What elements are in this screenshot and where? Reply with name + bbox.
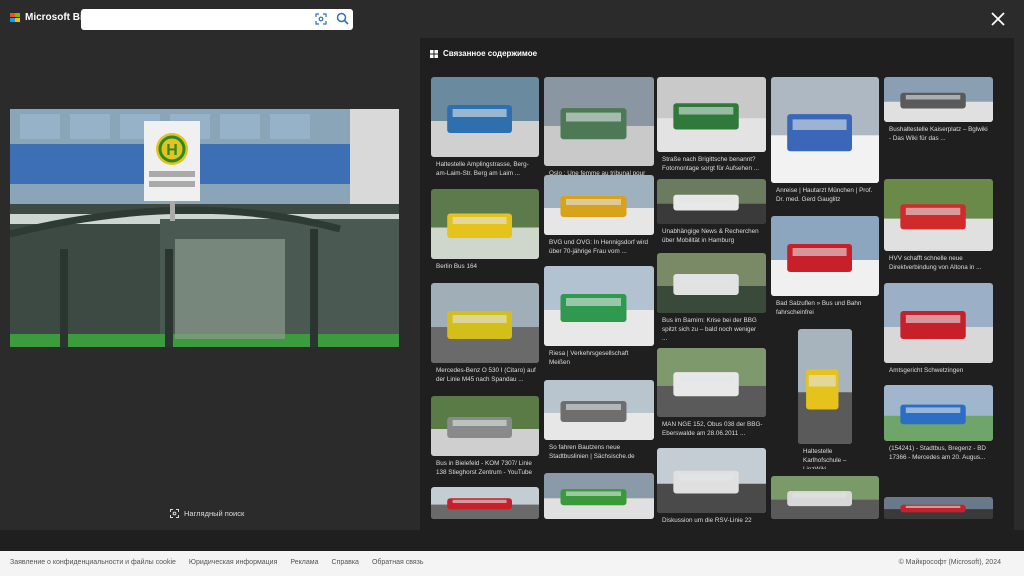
related-thumbnail xyxy=(884,497,993,519)
related-caption: (154241) - Stadtbus, Bregenz - BD 17366 … xyxy=(889,445,986,461)
related-tile[interactable]: Amtsgericht Schwetzingen xyxy=(884,283,993,379)
related-caption: Haltestelle Amplingstrasse, Berg-am-Laim… xyxy=(436,161,529,177)
related-tile[interactable] xyxy=(771,476,879,519)
related-caption: Anreise | Hautarzt München | Prof. Dr. m… xyxy=(776,187,873,203)
related-tile[interactable]: Bus in Bielefeld - KOM 7307/ Linie 138 S… xyxy=(431,396,539,488)
related-thumbnail xyxy=(884,77,993,122)
related-thumbnail xyxy=(431,283,539,363)
related-caption: MAN NGE 152, Obus 038 der BBG-Eberswalde… xyxy=(662,421,763,437)
related-caption: Bus in Bielefeld - KOM 7307/ Linie 138 S… xyxy=(436,460,533,476)
related-caption: Mercedes-Benz O 530 I (Citaro) auf der L… xyxy=(436,367,536,383)
related-tile[interactable]: Bushaltestelle Kaiserplatz – Bglwiki - D… xyxy=(884,77,993,152)
related-tile[interactable]: (154241) - Stadtbus, Bregenz - BD 17366 … xyxy=(884,385,993,481)
related-thumbnail xyxy=(544,266,654,346)
related-caption: Straße nach Brigittsche benannt? Fotomon… xyxy=(662,156,759,172)
footer-link-privacy[interactable]: Заявление о конфиденциальности и файлы c… xyxy=(10,559,176,566)
related-caption: So fahren Bautzens neue Stadtbuslinien |… xyxy=(549,444,635,460)
related-thumbnail xyxy=(657,77,766,152)
visual-search-camera-icon[interactable] xyxy=(315,13,327,25)
related-tile[interactable]: Diskussion um die RSV-Linie 22 xyxy=(657,448,766,524)
related-tile[interactable]: MAN NGE 152, Obus 038 der BBG-Eberswalde… xyxy=(657,348,766,449)
related-tile[interactable]: So fahren Bautzens neue Stadtbuslinien |… xyxy=(544,380,654,472)
related-thumbnail xyxy=(884,283,993,363)
related-tile[interactable] xyxy=(544,473,654,519)
related-thumbnail xyxy=(544,380,654,440)
related-tile[interactable]: Bus im Barnim: Krise bei der BBG spitzt … xyxy=(657,253,766,345)
related-caption: Unabhängige News & Recherchen über Mobil… xyxy=(662,228,759,244)
related-thumbnail xyxy=(657,253,766,313)
related-thumbnail xyxy=(431,189,539,259)
footer-link-legal[interactable]: Юридическая информация xyxy=(189,559,278,566)
related-tile[interactable]: Mercedes-Benz O 530 I (Citaro) auf der L… xyxy=(431,283,539,403)
related-thumbnail xyxy=(771,216,879,296)
main-image: H xyxy=(10,109,399,347)
related-caption: Diskussion um die RSV-Linie 22 xyxy=(662,517,752,524)
related-tile[interactable]: Unabhängige News & Recherchen über Mobil… xyxy=(657,179,766,256)
related-tile[interactable]: HVV schafft schnelle neue Direktverbindu… xyxy=(884,179,993,283)
related-caption: Haltestelle Karlhofschule – LinzWiki xyxy=(803,448,847,469)
related-thumbnail xyxy=(431,487,539,519)
related-thumbnail xyxy=(431,77,539,157)
search-input[interactable] xyxy=(87,11,311,29)
related-thumbnail xyxy=(884,179,993,251)
search-icon[interactable] xyxy=(336,12,349,25)
related-thumbnail xyxy=(771,77,879,183)
visual-search-label: Наглядный поиск xyxy=(184,509,245,518)
related-caption: Riesa | Verkehrsgesellschaft Meißen xyxy=(549,350,629,366)
related-tile[interactable]: Haltestelle Karlhofschule – LinzWiki xyxy=(798,329,852,469)
related-thumbnail xyxy=(798,329,852,444)
copyright: © Майкрософт (Microsoft), 2024 xyxy=(898,559,1001,566)
related-caption: Amtsgericht Schwetzingen xyxy=(889,367,964,374)
close-icon[interactable] xyxy=(989,10,1007,28)
related-tile[interactable]: Riesa | Verkehrsgesellschaft Meißen xyxy=(544,266,654,368)
related-tile[interactable] xyxy=(884,497,993,519)
visual-search-icon xyxy=(170,509,179,518)
scrollbar[interactable] xyxy=(1014,38,1024,530)
related-thumbnail xyxy=(771,476,879,519)
related-caption: Bad Salzuflen » Bus und Bahn fahrscheinf… xyxy=(776,300,862,316)
related-thumbnail xyxy=(544,175,654,235)
top-bar: Microsoft Bing xyxy=(0,0,1024,38)
related-tile[interactable]: BVG und OVG: In Hennigsdorf wird über 70… xyxy=(544,175,654,267)
related-caption: HVV schafft schnelle neue Direktverbindu… xyxy=(889,255,982,271)
related-content-header: Связанное содержимое xyxy=(430,49,537,58)
related-thumbnail xyxy=(884,385,993,441)
related-tile[interactable]: Oslo : Une femme au tribunal pour avoir … xyxy=(544,77,654,190)
footer-link-help[interactable]: Справка xyxy=(331,559,358,566)
related-tile[interactable]: Berlin Bus 164 xyxy=(431,189,539,271)
related-content-title: Связанное содержимое xyxy=(443,49,538,58)
related-thumbnail xyxy=(657,179,766,224)
search-box[interactable] xyxy=(81,9,353,30)
footer-link-feedback[interactable]: Обратная связь xyxy=(372,559,424,566)
related-caption: Bushaltestelle Kaiserplatz – Bglwiki - D… xyxy=(889,126,988,142)
related-tile[interactable] xyxy=(431,487,539,519)
footer: Заявление о конфиденциальности и файлы c… xyxy=(0,551,1024,576)
related-thumbnail xyxy=(657,348,766,417)
visual-search-button[interactable]: Наглядный поиск xyxy=(170,509,244,518)
related-tile[interactable]: Straße nach Brigittsche benannt? Fotomon… xyxy=(657,77,766,184)
related-tile[interactable]: Anreise | Hautarzt München | Prof. Dr. m… xyxy=(771,77,879,205)
related-grid-icon xyxy=(430,49,438,58)
related-caption: Bus im Barnim: Krise bei der BBG spitzt … xyxy=(662,317,757,342)
related-thumbnail xyxy=(657,448,766,513)
related-tile[interactable]: Haltestelle Amplingstrasse, Berg-am-Laim… xyxy=(431,77,539,197)
footer-link-advertise[interactable]: Реклама xyxy=(290,559,318,566)
related-caption: BVG und OVG: In Hennigsdorf wird über 70… xyxy=(549,239,649,255)
related-thumbnail xyxy=(544,77,654,166)
related-thumbnail xyxy=(431,396,539,456)
svg-text:H: H xyxy=(166,142,178,159)
related-caption: Berlin Bus 164 xyxy=(436,263,477,270)
microsoft-logo-icon xyxy=(10,12,20,23)
bottom-strip xyxy=(0,530,1024,551)
related-thumbnail xyxy=(544,473,654,519)
related-tile[interactable]: Bad Salzuflen » Bus und Bahn fahrscheinf… xyxy=(771,216,879,328)
